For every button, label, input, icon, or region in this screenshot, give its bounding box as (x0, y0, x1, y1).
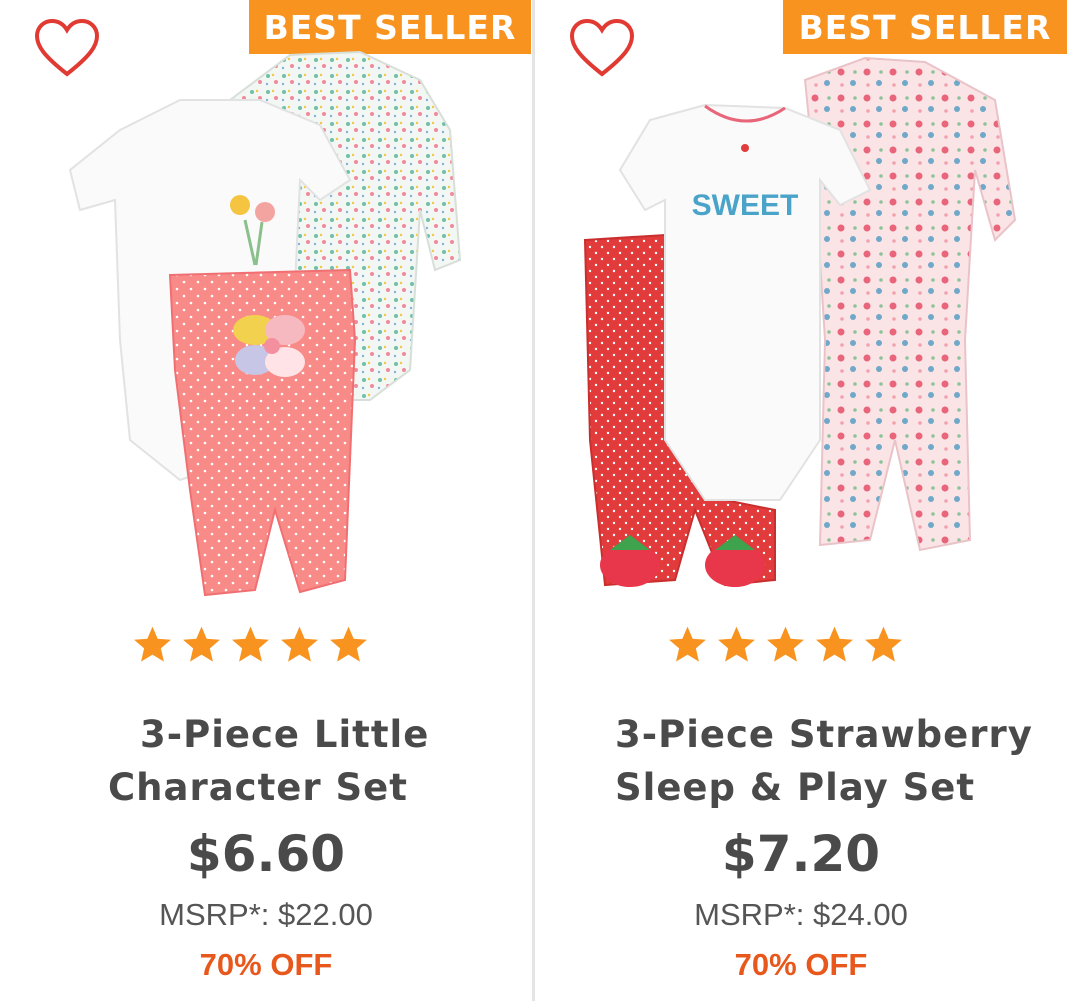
svg-text:SWEET: SWEET (692, 189, 799, 222)
star-icon (183, 626, 220, 662)
rating-stars (132, 624, 369, 670)
product-title-line: Character Set (108, 766, 408, 809)
sale-price: $6.60 (186, 825, 346, 883)
product-title-line: 3-Piece Little (140, 713, 430, 756)
product-title[interactable]: 3-Piece Strawberry Sleep & Play Set (615, 708, 1033, 814)
product-image[interactable]: SWEET (575, 40, 1035, 610)
star-icon (669, 626, 706, 662)
msrp-price: MSRP*: $24.00 (694, 897, 908, 932)
star-icon (281, 626, 318, 662)
discount-label: 70% OFF (199, 947, 333, 982)
msrp-price: MSRP*: $22.00 (159, 897, 373, 932)
star-icon (134, 626, 171, 662)
product-image[interactable] (40, 40, 500, 610)
star-icon (865, 626, 902, 662)
product-card[interactable]: BEST SELLER (0, 0, 532, 1001)
product-card[interactable]: BEST SELLER (535, 0, 1080, 1001)
star-icon (718, 626, 755, 662)
discount-label: 70% OFF (734, 947, 868, 982)
sale-price: $7.20 (721, 825, 881, 883)
star-icon (816, 626, 853, 662)
rating-stars (667, 624, 904, 670)
star-icon (330, 626, 367, 662)
star-icon (232, 626, 269, 662)
product-grid: BEST SELLER 3-Piece Little Character Set… (0, 0, 1080, 1001)
product-title-line: 3-Piece Strawberry (615, 713, 1033, 756)
product-title-line: Sleep & Play Set (615, 766, 976, 809)
star-icon (767, 626, 804, 662)
product-title[interactable]: 3-Piece Little Character Set (108, 708, 429, 814)
